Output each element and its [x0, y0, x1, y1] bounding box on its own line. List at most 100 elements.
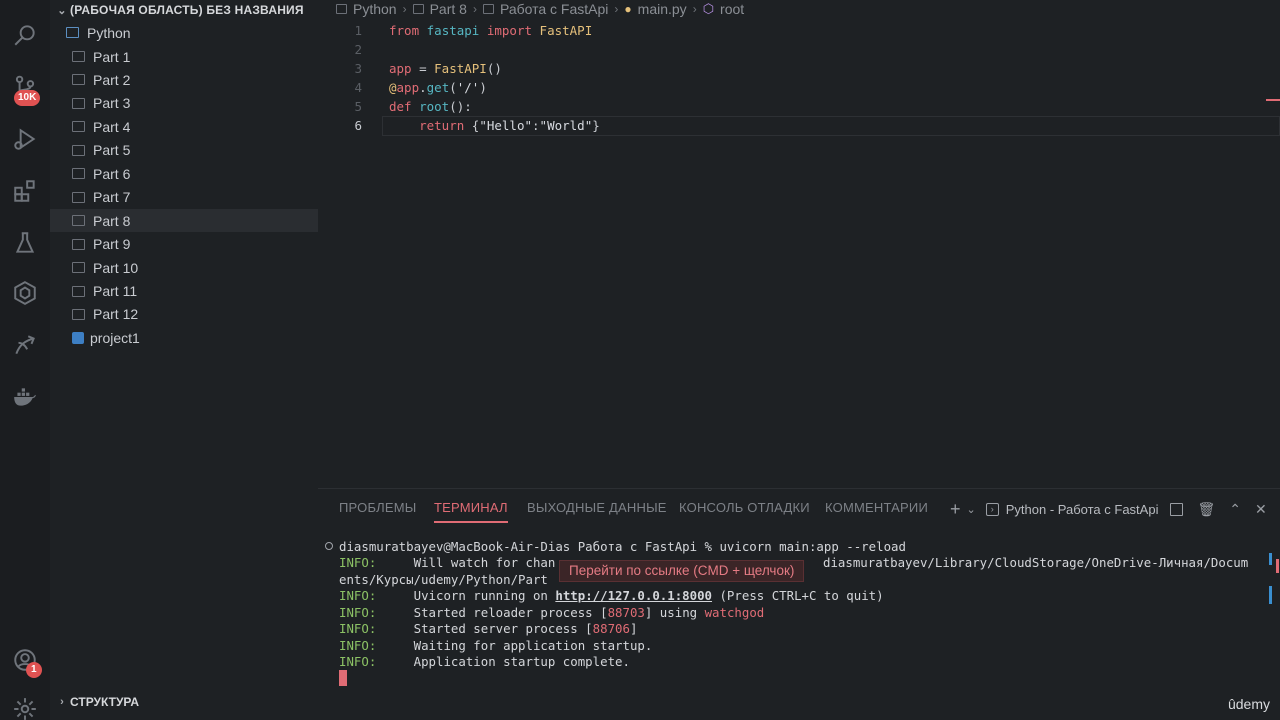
tree-folder-part[interactable]: Part 7	[50, 186, 318, 209]
tree-folder-part[interactable]: Part 9	[50, 233, 318, 256]
folder-icon	[72, 308, 85, 320]
panel-tabs: ПРОБЛЕМЫ ТЕРМИНАЛ ВЫХОДНЫЕ ДАННЫЕ КОНСОЛ…	[318, 489, 1280, 525]
terminal-line: ents/Курсы/udemy/Python/Part	[339, 572, 548, 587]
terminal-name[interactable]: Python - Работа с FastApi	[1006, 502, 1159, 517]
breadcrumb: Python › Part 8 › Работа с FastApi › ● m…	[336, 0, 744, 18]
terminal-line: INFO: Application startup complete.	[339, 654, 630, 669]
structure-title: СТРУКТУРА	[70, 695, 140, 709]
tree-folder-label: Part 4	[93, 118, 131, 135]
folder-icon	[72, 121, 85, 133]
terminal-line: INFO: Started reloader process [88703] u…	[339, 605, 765, 620]
tree-folder-part[interactable]: Part 3	[50, 92, 318, 115]
prompt-status-icon	[325, 542, 333, 550]
folder-icon	[72, 285, 85, 297]
line-number: 1	[354, 23, 362, 38]
code-line: 3 app = FastAPI()	[318, 59, 1280, 78]
tree-folder-label: Part 11	[93, 283, 138, 299]
tree-folder-label: Part 7	[93, 189, 131, 206]
tab-problems[interactable]: ПРОБЛЕМЫ	[339, 500, 417, 515]
account-badge: 1	[26, 662, 42, 678]
tree-project-project1[interactable]: project1	[50, 326, 318, 349]
chevron-right-icon: ›	[60, 696, 64, 708]
code-line: 1 from fastapi import FastAPI	[318, 21, 1280, 40]
run-debug-icon[interactable]	[8, 122, 42, 156]
terminal-link[interactable]: http://127.0.0.1:8000	[555, 588, 712, 603]
line-number: 6	[354, 118, 362, 133]
symbol-function-icon: ⬡	[702, 1, 715, 16]
extensions-icon[interactable]	[8, 174, 42, 208]
chevron-right-icon: ›	[402, 2, 407, 16]
breadcrumb-item[interactable]: Работа с FastApi	[500, 1, 608, 17]
tree-folder-part[interactable]: Part 4	[50, 115, 318, 138]
terminal-line: diasmuratbayev/Library/CloudStorage/OneD…	[823, 555, 1249, 570]
breadcrumb-item[interactable]: Python	[353, 1, 397, 17]
code-line: 5 def root():	[318, 97, 1280, 116]
folder-icon	[72, 97, 85, 109]
terminal-line: INFO: Started server process [88706]	[339, 621, 638, 636]
breadcrumb-item[interactable]: Part 8	[430, 1, 467, 17]
tab-output[interactable]: ВЫХОДНЫЕ ДАННЫЕ	[527, 500, 667, 515]
docker-icon[interactable]	[8, 380, 42, 414]
tab-comments[interactable]: КОММЕНТАРИИ	[825, 500, 928, 515]
chevron-up-icon[interactable]: ⌃	[1229, 501, 1241, 518]
tree-folder-part[interactable]: Part 1	[50, 45, 318, 68]
chevron-down-icon[interactable]: ⌄	[967, 503, 976, 516]
folder-icon	[482, 4, 494, 14]
settings-icon[interactable]	[8, 692, 42, 720]
plus-icon[interactable]: +	[950, 499, 961, 520]
line-number: 2	[354, 42, 362, 57]
tree-folder-part[interactable]: Part 12	[50, 303, 318, 326]
tree-folder-label: Part 5	[93, 142, 131, 159]
structure-header[interactable]: › СТРУКТУРА	[50, 692, 318, 712]
folder-icon	[72, 262, 85, 274]
tree-folder-label: Part 10	[93, 259, 139, 276]
code-editor[interactable]: Python › Part 8 › Работа с FastApi › ● m…	[318, 0, 1280, 488]
workspace-title: (РАБОЧАЯ ОБЛАСТЬ) БЕЗ НАЗВАНИЯ	[70, 3, 304, 17]
watermark-logo: ûdemy	[1227, 696, 1270, 712]
code-line: 4 @app.get('/')	[318, 78, 1280, 97]
chevron-right-icon: ›	[614, 2, 619, 16]
workspace-header[interactable]: ⌄ (РАБОЧАЯ ОБЛАСТЬ) БЕЗ НАЗВАНИЯ	[50, 0, 318, 20]
python-file-icon: ●	[624, 2, 632, 16]
terminal-icon: ›	[985, 503, 999, 516]
tree-folder-label: Part 3	[93, 95, 131, 112]
folder-icon	[72, 74, 85, 86]
remote-icon[interactable]	[8, 276, 42, 310]
tree-folder-label: Part 12	[93, 306, 139, 323]
line-number: 4	[354, 80, 362, 95]
panel-actions: + ⌄ › Python - Работа с FastApi 🗑 ⌃ ✕	[950, 499, 1267, 520]
live-share-icon[interactable]	[8, 328, 42, 362]
tab-terminal[interactable]: ТЕРМИНАЛ	[434, 500, 508, 523]
source-control-badge: 10K	[14, 90, 41, 106]
split-terminal-icon[interactable]	[1170, 503, 1184, 516]
terminal-cursor	[339, 670, 347, 686]
tree-folder-label: Part 9	[93, 236, 131, 253]
tree-folder-part[interactable]: Part 8	[50, 209, 318, 233]
folder-icon	[72, 238, 85, 250]
breadcrumb-item[interactable]: main.py	[638, 1, 687, 17]
chevron-right-icon: ›	[472, 2, 477, 16]
tree-folder-part[interactable]: Part 10	[50, 256, 318, 279]
code-text: app = FastAPI()	[389, 61, 502, 76]
tree-folder-python[interactable]: Python	[50, 21, 318, 44]
breadcrumb-item[interactable]: root	[720, 1, 744, 17]
code-line: 2	[318, 40, 1280, 59]
scrollbar-marker	[1276, 559, 1279, 573]
activity-bar: 10K 1	[0, 0, 50, 720]
close-icon[interactable]: ✕	[1255, 501, 1267, 518]
search-icon[interactable]	[8, 18, 42, 52]
link-tooltip: Перейти по ссылке (CMD + щелчок)	[559, 560, 805, 582]
code-line: 6 return {"Hello":"World"}	[318, 116, 1280, 135]
tab-debug-console[interactable]: КОНСОЛЬ ОТЛАДКИ	[679, 500, 810, 515]
tree-folder-part[interactable]: Part 2	[50, 68, 318, 91]
tree-folder-part[interactable]: Part 11	[50, 280, 318, 303]
explorer-sidebar: ⌄ (РАБОЧАЯ ОБЛАСТЬ) БЕЗ НАЗВАНИЯ Python …	[50, 0, 318, 720]
minimap-marker	[1266, 99, 1280, 101]
tree-folder-part[interactable]: Part 5	[50, 139, 318, 162]
trash-icon[interactable]: 🗑	[1197, 501, 1215, 518]
terminal-line: INFO: Uvicorn running on http://127.0.0.…	[339, 588, 884, 603]
testing-icon[interactable]	[8, 226, 42, 260]
tree-folder-label: Part 6	[93, 165, 131, 182]
tree-folder-part[interactable]: Part 6	[50, 162, 318, 185]
chevron-down-icon: ⌄	[57, 4, 67, 17]
